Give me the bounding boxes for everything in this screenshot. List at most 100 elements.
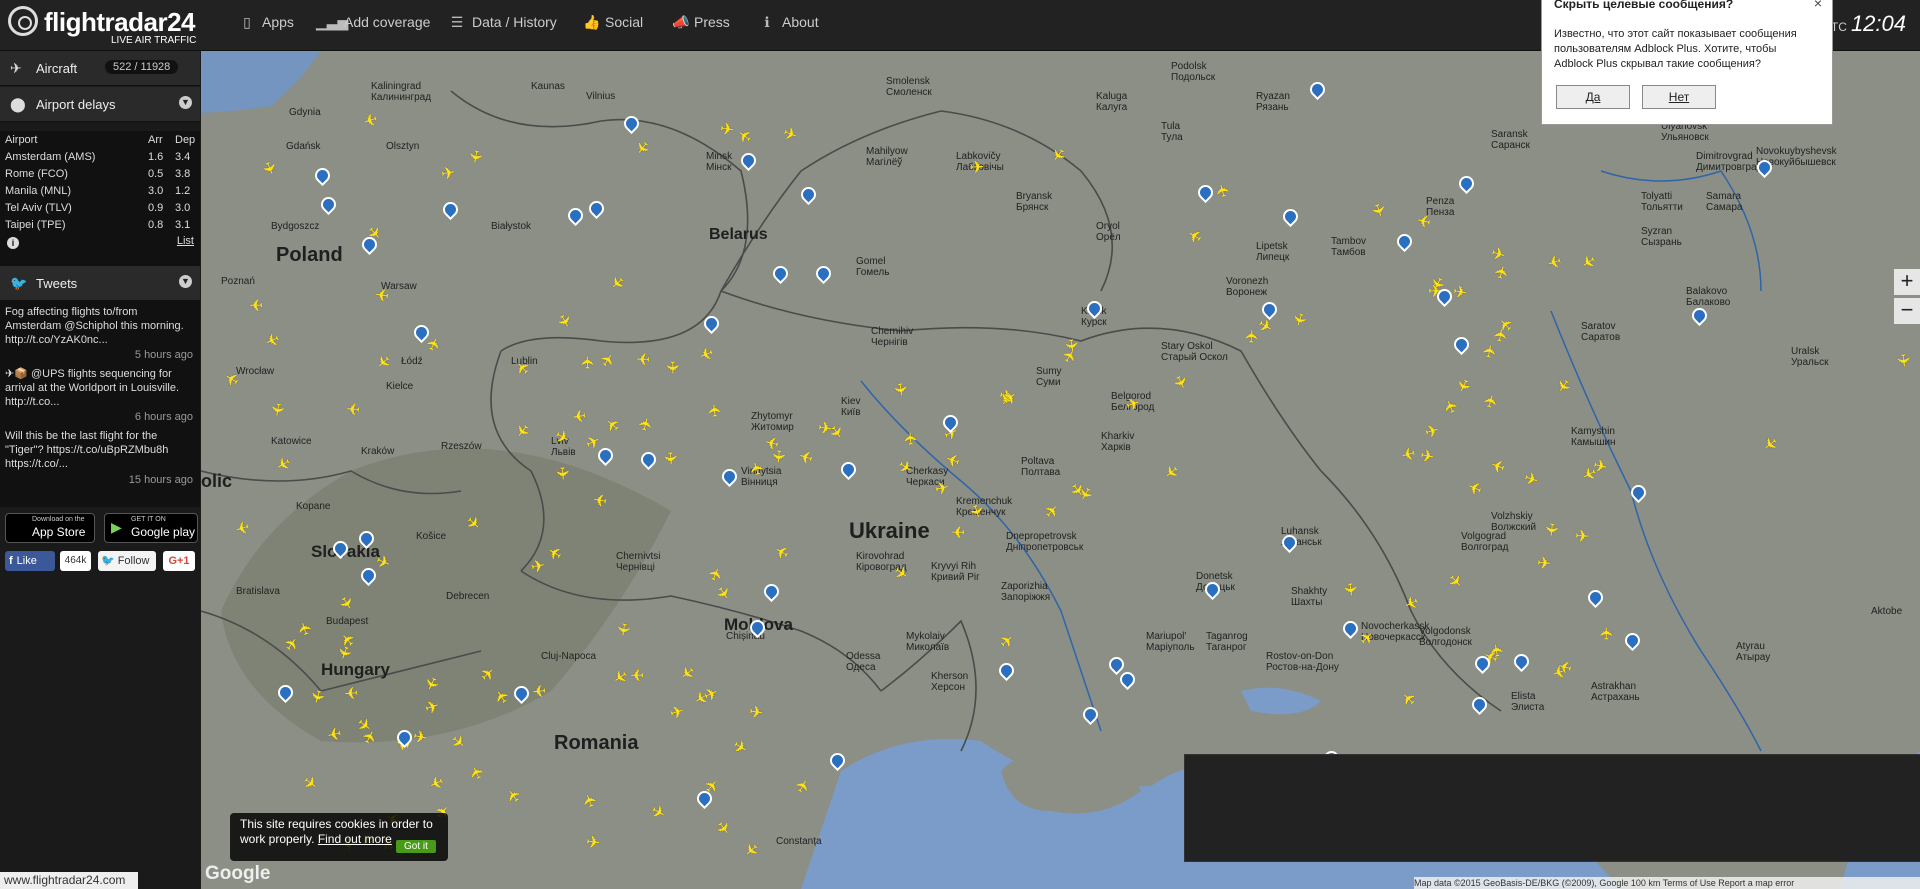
find-out-more-link[interactable]: Find out more: [318, 832, 392, 846]
aircraft-icon[interactable]: ✈: [1536, 553, 1552, 573]
no-button[interactable]: Нет: [1642, 85, 1716, 109]
city-label: Kaluga Калуга: [1096, 91, 1128, 113]
sidebar-airport-delays[interactable]: ⬤ Airport delays ▼: [0, 87, 200, 122]
aircraft-icon[interactable]: ✈: [531, 680, 547, 700]
aircraft-icon[interactable]: ✈: [267, 401, 288, 418]
tweet-text[interactable]: ✈📦 @UPS flights sequencing for arrival a…: [5, 367, 195, 409]
yes-button[interactable]: Да: [1556, 85, 1630, 109]
aircraft-icon[interactable]: ✈: [585, 832, 601, 853]
country-label: Hungary: [321, 660, 390, 679]
twitter-bird-icon: 🐦: [101, 555, 115, 567]
city-label: Zhytomyr Житомир: [751, 411, 794, 433]
city-label: Stary Oskol Старый Оскол: [1161, 341, 1228, 363]
tweets-feed: Fog affecting flights to/from Amsterdam …: [0, 302, 200, 507]
aircraft-icon[interactable]: ✈: [1340, 581, 1361, 597]
chevron-down-icon[interactable]: ▼: [179, 96, 192, 109]
city-label: Mariupol' Маріуполь: [1146, 631, 1195, 653]
aircraft-icon[interactable]: ✈: [748, 702, 765, 723]
got-it-button[interactable]: Got it: [396, 840, 436, 853]
aircraft-icon[interactable]: ✈: [1451, 282, 1468, 303]
aircraft-icon[interactable]: ✈: [636, 349, 651, 368]
city-label: Saratov Саратов: [1581, 321, 1621, 343]
app-store-button[interactable]: Download on the App Store: [5, 513, 95, 543]
nav-data-history[interactable]: ☰ Data / History: [450, 0, 557, 44]
aircraft-icon[interactable]: ✈: [890, 381, 911, 398]
aircraft-icon[interactable]: ✈: [970, 158, 985, 178]
google-plus-button[interactable]: G+1: [163, 551, 195, 571]
aircraft-icon[interactable]: ✈: [439, 163, 456, 184]
aircraft-icon[interactable]: ✈: [345, 399, 361, 419]
aircraft-icon[interactable]: ✈: [249, 295, 264, 314]
aircraft-icon[interactable]: ✈: [1490, 327, 1511, 345]
table-row[interactable]: Manila (MNL) 3.0 1.2: [5, 185, 195, 201]
aircraft-icon[interactable]: ✈: [817, 418, 834, 439]
zoom-in-button[interactable]: +: [1894, 269, 1920, 295]
dialog-title: Скрыть целевые сообщения?: [1554, 0, 1734, 11]
aircraft-icon[interactable]: ✈: [1479, 343, 1500, 361]
aircraft-icon[interactable]: ✈: [552, 466, 572, 482]
zoom-out-button[interactable]: −: [1894, 298, 1920, 324]
city-label: Kryvyi Rih Кривий Ріг: [931, 561, 980, 583]
aircraft-icon[interactable]: ✈: [1541, 521, 1561, 537]
table-row[interactable]: Tel Aviv (TLV) 0.9 3.0: [5, 202, 195, 218]
flightradar24-logo[interactable]: flightradar24 LIVE AIR TRAFFIC: [8, 4, 198, 48]
delays-header: Airport Arr Dep: [5, 134, 196, 146]
city-label: Kraków: [361, 446, 395, 457]
chevron-down-icon[interactable]: ▼: [179, 275, 192, 288]
aircraft-icon[interactable]: ✈: [464, 148, 485, 166]
info-icon[interactable]: i: [7, 237, 19, 249]
aircraft-icon[interactable]: ✈: [705, 402, 725, 418]
table-row[interactable]: Rome (FCO) 0.5 3.8: [5, 168, 195, 184]
nav-apps[interactable]: ▯ Apps: [240, 0, 294, 44]
nav-press[interactable]: 📣 Press: [672, 0, 730, 44]
aircraft-icon[interactable]: ✈: [1893, 352, 1913, 368]
tweet-text[interactable]: Fog affecting flights to/from Amsterdam …: [5, 305, 195, 347]
aircraft-icon[interactable]: ✈: [374, 284, 391, 305]
aircraft-icon[interactable]: ✈: [630, 665, 645, 684]
nav-about[interactable]: ℹ About: [760, 0, 818, 44]
city-label: Saransk Саранск: [1491, 129, 1530, 151]
aircraft-icon[interactable]: ✈: [951, 522, 966, 541]
delays-list-link[interactable]: List: [177, 235, 194, 247]
map-attribution[interactable]: Map data ©2015 GeoBasis-DE/BKG (©2009), …: [1414, 877, 1920, 889]
city-label: Kaliningrad Калининград: [371, 81, 432, 103]
aircraft-icon[interactable]: ✈: [529, 556, 547, 577]
aircraft-icon[interactable]: ✈: [591, 489, 608, 510]
tweet-time: 5 hours ago: [134, 349, 193, 361]
play-icon: ▶: [111, 519, 122, 535]
twitter-follow-button[interactable]: 🐦 Follow: [98, 551, 156, 571]
city-label: Poznań: [221, 276, 255, 287]
close-icon[interactable]: ×: [1814, 0, 1822, 11]
city-label: Poltava Полтава: [1021, 456, 1061, 478]
aircraft-icon[interactable]: ✈: [1575, 527, 1590, 547]
table-row[interactable]: Taipei (TPE) 0.8 3.1: [5, 219, 195, 235]
nav-add-coverage[interactable]: ▁▃▅ Add coverage: [316, 0, 430, 44]
city-label: Bryansk Брянск: [1016, 191, 1053, 213]
aircraft-icon[interactable]: ✈: [660, 451, 680, 467]
aircraft-icon[interactable]: ✈: [613, 621, 634, 638]
aircraft-icon[interactable]: ✈: [571, 405, 588, 426]
nav-social[interactable]: 👍 Social: [583, 0, 643, 44]
aircraft-icon[interactable]: ✈: [1061, 337, 1082, 354]
city-label: Kherson Херсон: [931, 671, 969, 693]
aircraft-icon[interactable]: ✈: [579, 355, 598, 370]
city-label: Kharkiv Харків: [1101, 431, 1135, 453]
aircraft-icon[interactable]: ✈: [901, 431, 921, 447]
table-row[interactable]: Amsterdam (AMS) 1.6 3.4: [5, 151, 195, 167]
aircraft-icon[interactable]: ✈: [719, 119, 736, 140]
aircraft-icon[interactable]: ✈: [1598, 626, 1617, 640]
google-play-button[interactable]: ▶ GET IT ON Google play: [104, 513, 198, 543]
city-label: Balakovo Балаково: [1686, 286, 1731, 308]
google-logo[interactable]: Google: [205, 863, 270, 885]
city-label: Lipetsk Липецк: [1256, 241, 1290, 263]
footer-url[interactable]: www.flightradar24.com: [0, 872, 138, 889]
city-label: Kielce: [386, 381, 414, 392]
facebook-like-button[interactable]: f Like: [5, 551, 55, 571]
country-label: Belarus: [709, 226, 768, 243]
tweet-text[interactable]: Will this be the last flight for the "Ti…: [5, 429, 195, 471]
sidebar-tweets[interactable]: 🐦 Tweets ▼: [0, 266, 200, 301]
aircraft-icon[interactable]: ✈: [343, 682, 359, 702]
sidebar-aircraft[interactable]: ✈ Aircraft 522 / 11928: [0, 51, 200, 86]
aircraft-icon[interactable]: ✈: [663, 360, 682, 375]
city-label: Białystok: [491, 221, 532, 232]
